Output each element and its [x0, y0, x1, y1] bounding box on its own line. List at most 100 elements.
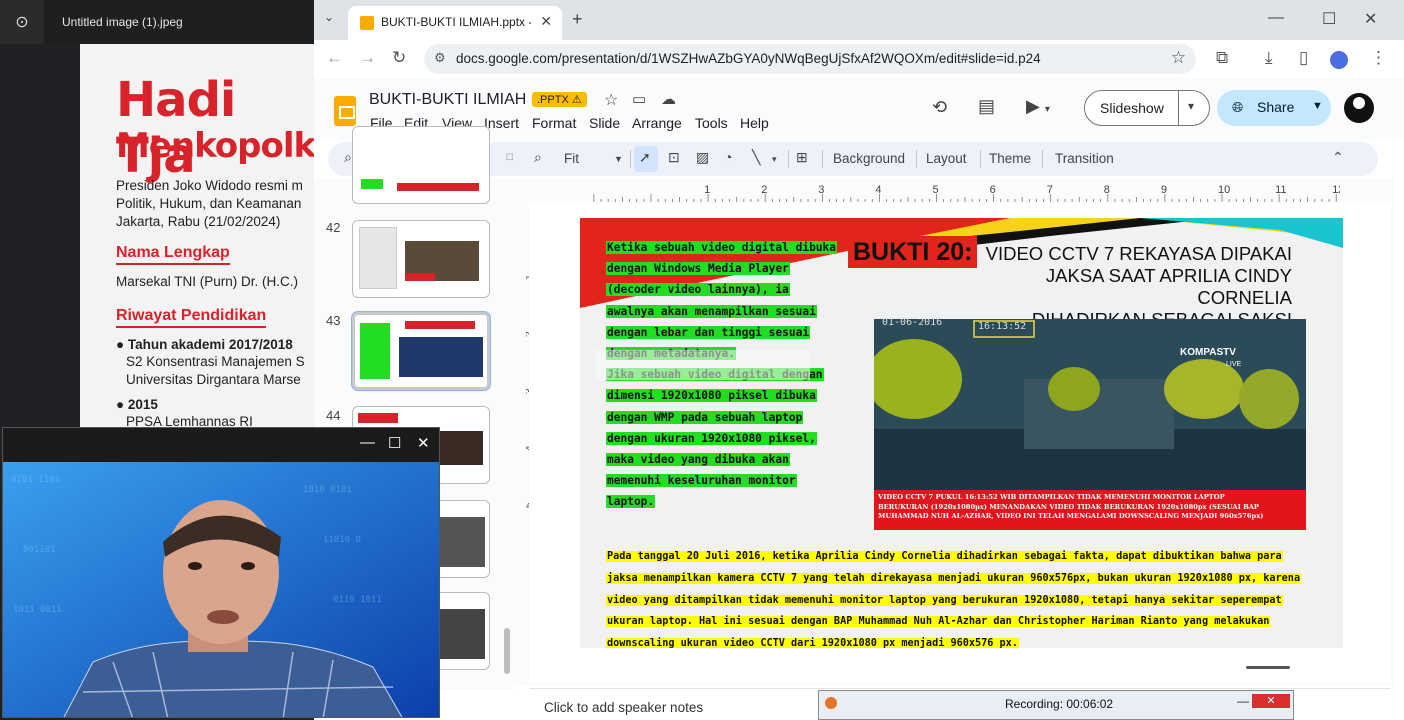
minimize-icon[interactable]: — [1268, 9, 1284, 27]
webcam-feed: 0101 1101 1010 0101 11010 0 001101 0110 10… [3, 462, 439, 717]
webcam-window[interactable]: — ☐ ✕ 0101 1101 1010 0101 11010 0 001101 0… [2, 427, 440, 718]
toolbar-divider [822, 150, 823, 168]
menu-arrange[interactable]: Arrange [632, 115, 682, 131]
url-field[interactable]: ⚙ docs.google.com/presentation/d/1WSZHwA… [424, 44, 1196, 74]
zoom-icon[interactable]: ⌕ [534, 149, 542, 166]
bookmark-star-icon[interactable]: ☆ [1171, 48, 1186, 68]
forward-icon[interactable]: → [359, 48, 376, 68]
green-text-line: dengan WMP pada sebuah laptop [606, 410, 804, 424]
yellow-text-line: jaksa menampilkan kamera CCTV 7 yang tel… [606, 572, 1302, 584]
share-label: Share [1257, 99, 1295, 115]
speaker-notes-placeholder: Click to add speaker notes [544, 700, 704, 715]
layout-button[interactable]: Layout [926, 151, 967, 166]
share-dropdown-icon[interactable]: ▼ [1312, 100, 1323, 112]
menu-help[interactable]: Help [740, 115, 769, 131]
account-avatar[interactable] [1344, 93, 1374, 123]
thumb-document [359, 227, 397, 289]
menu-tools[interactable]: Tools [695, 115, 728, 131]
ruler-label: 7 [1047, 184, 1053, 196]
star-icon[interactable]: ☆ [604, 90, 618, 110]
line-icon[interactable]: ╲ [752, 149, 760, 166]
line-dropdown-icon[interactable]: ▾ [772, 154, 777, 165]
comment-add-icon[interactable]: ⊞ [796, 149, 808, 166]
cctv-caption-line-1: VIDEO CCTV 7 PUKUL 16:13:52 WIB DITAMPIL… [878, 493, 1225, 501]
maximize-icon[interactable]: ☐ [1322, 9, 1336, 29]
current-slide[interactable]: Ketika sebuah video digital dibuka dengan… [580, 218, 1343, 648]
close-window-icon[interactable]: ✕ [1364, 9, 1377, 29]
theme-button[interactable]: Theme [989, 151, 1031, 166]
webcam-maximize-icon[interactable]: ☐ [388, 434, 401, 452]
site-info-icon[interactable]: ⚙ [434, 50, 446, 66]
zoom-select[interactable]: Fit [564, 151, 579, 166]
reload-icon[interactable]: ↻ [392, 48, 406, 68]
viewer-intro-1: Presiden Joko Widodo resmi m [116, 178, 303, 193]
viewer-edu1-line1: S2 Konsentrasi Manajemen S [126, 354, 305, 369]
share-button[interactable]: 🌐︎ Share ▼ [1217, 90, 1331, 126]
recording-minimize-icon[interactable]: — [1237, 694, 1249, 708]
back-icon[interactable]: ← [326, 48, 343, 68]
green-text-line: dimensi 1920x1080 piksel dibuka [606, 389, 817, 403]
cloud-status-icon[interactable]: ☁ [661, 90, 676, 108]
yellow-text-block: Pada tanggal 20 Juli 2016, ketika Aprili… [606, 544, 1302, 648]
svg-text:1011 0011: 1011 0011 [13, 605, 62, 615]
yellow-lines: Pada tanggal 20 Juli 2016, ketika Aprili… [606, 544, 1302, 648]
tab-close-icon[interactable]: ✕ [540, 13, 552, 30]
slideshow-button[interactable]: Slideshow ▾ [1084, 90, 1210, 126]
horizontal-ruler: 12345678910111213 [593, 184, 1340, 202]
paint-format-icon[interactable]: ⌑ [506, 149, 513, 166]
thumb-breaking-news [405, 273, 435, 281]
notes-resize-handle[interactable] [1246, 666, 1290, 669]
extensions-icon[interactable]: ⧉ [1216, 48, 1228, 68]
tab-search-icon[interactable]: ⌄ [324, 10, 334, 24]
webcam-minimize-icon[interactable]: — [360, 434, 375, 451]
new-tab-icon[interactable]: + [572, 9, 583, 30]
zoom-dropdown-icon[interactable]: ▼ [614, 154, 623, 164]
move-folder-icon[interactable]: ▭ [632, 90, 646, 108]
download-icon[interactable]: ⤓ [1265, 48, 1273, 68]
tab-slides[interactable]: BUKTI-BUKTI ILMIAH.pptx - Go ✕ [348, 6, 562, 40]
green-text-line: memenuhi keseluruhan monitor [606, 474, 797, 488]
svg-text:001101: 001101 [23, 545, 56, 555]
slides-logo-icon[interactable] [334, 96, 356, 126]
image-icon[interactable]: ▨ [696, 149, 709, 166]
slide-thumbnail-43[interactable] [352, 312, 490, 390]
slide-title-line-2: JAKSA SAAT APRILIA CINDY CORNELIA [1045, 265, 1292, 308]
viewer-app-icon[interactable]: ⊙ [0, 0, 44, 44]
shape-icon[interactable]: ◔ [724, 149, 732, 165]
collapse-toolbar-icon[interactable]: ⌃ [1332, 149, 1344, 166]
viewer-section-edu: Riwayat Pendidikan [116, 307, 267, 328]
recording-status-icon [825, 697, 837, 709]
viewer-edu2-year-text: 2015 [127, 397, 158, 412]
recording-close-button[interactable]: ✕ [1252, 694, 1290, 708]
faded-overlay-text [596, 350, 810, 380]
meet-icon[interactable]: ▶ ▾ [1026, 96, 1050, 117]
webcam-close-icon[interactable]: ✕ [417, 434, 430, 452]
slide-thumbnail-42[interactable] [352, 220, 490, 298]
background-button[interactable]: Background [833, 151, 905, 166]
textbox-icon[interactable]: ⊡ [668, 149, 680, 166]
side-panel-icon[interactable]: ▯ [1299, 48, 1308, 68]
svg-text:11010 0: 11010 0 [323, 535, 361, 545]
browser-window: ⌄ BUKTI-BUKTI ILMIAH.pptx - Go ✕ + — ☐ ✕… [314, 0, 1404, 720]
thumb-photo [435, 517, 485, 567]
viewer-edu1-year-text: Tahun akademi 2017/2018 [127, 337, 293, 352]
filmstrip-scrollbar[interactable] [504, 628, 510, 674]
menu-format[interactable]: Format [532, 115, 576, 131]
comments-icon[interactable]: ▤ [978, 96, 995, 117]
image-viewer-titlebar: ⊙ Untitled image (1).jpeg [0, 0, 314, 44]
select-icon[interactable]: ➚ [639, 149, 651, 166]
chrome-menu-icon[interactable]: ⋮ [1370, 48, 1387, 68]
document-title[interactable]: BUKTI-BUKTI ILMIAH [369, 91, 526, 109]
cctv-date: 01-06-2016 [882, 319, 943, 328]
viewer-file-title: Untitled image (1).jpeg [62, 15, 183, 29]
transition-button[interactable]: Transition [1055, 151, 1114, 166]
slideshow-dropdown-icon[interactable]: ▾ [1188, 99, 1194, 113]
menu-slide[interactable]: Slide [589, 115, 620, 131]
cctv-image: 01-06-2016 16:13:52 KOMPASTV LIVE [874, 319, 1306, 490]
search-menus-icon[interactable]: ⌕ [344, 149, 352, 166]
version-history-icon[interactable]: ⟲ [932, 97, 947, 118]
toolbar-divider [980, 150, 981, 168]
profile-icon[interactable] [1330, 51, 1348, 69]
slide-thumbnail-41[interactable] [352, 126, 490, 204]
yellow-text-line: ukuran laptop. Hal ini sesuai dengan BAP… [606, 616, 1271, 628]
